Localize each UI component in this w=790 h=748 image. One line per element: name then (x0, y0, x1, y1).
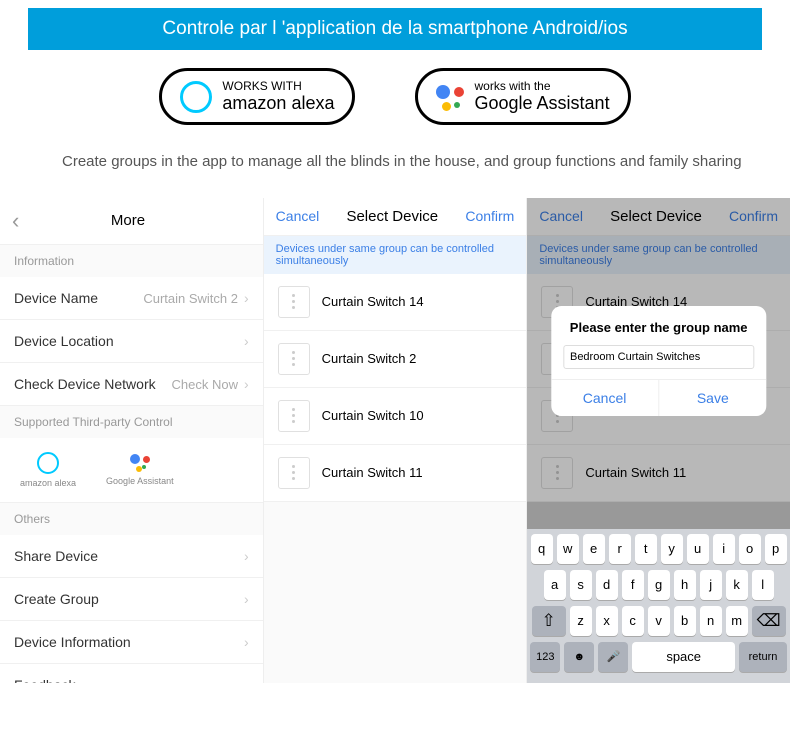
alexa-icon (37, 452, 59, 474)
settings-row[interactable]: Device Location› (0, 320, 263, 363)
alexa-small: WORKS WITH (222, 79, 334, 93)
dialog-save-button[interactable]: Save (659, 380, 766, 416)
page-title: More (111, 212, 145, 229)
key-123[interactable]: 123 (530, 642, 560, 672)
key-d[interactable]: d (596, 570, 618, 600)
alexa-main: amazon alexa (222, 93, 334, 113)
section-information: Information (0, 245, 263, 277)
device-row[interactable]: Curtain Switch 11 (527, 445, 790, 502)
device-row[interactable]: Curtain Switch 14 (264, 274, 527, 331)
switch-icon (541, 457, 573, 489)
banner: Controle par l 'application de la smartp… (28, 8, 762, 50)
key-return[interactable]: return (739, 642, 787, 672)
group-name-dialog: Please enter the group name Cancel Save (551, 306, 766, 416)
key-h[interactable]: h (674, 570, 696, 600)
key-b[interactable]: b (674, 606, 696, 636)
google-badge: works with the Google Assistant (415, 68, 630, 125)
key-m[interactable]: m (726, 606, 748, 636)
cancel-button[interactable]: Cancel (539, 208, 583, 224)
key-q[interactable]: q (531, 534, 553, 564)
settings-row[interactable]: Feedback› (0, 664, 263, 683)
confirm-button[interactable]: Confirm (729, 208, 778, 224)
settings-row[interactable]: Share Device› (0, 535, 263, 578)
key-a[interactable]: a (544, 570, 566, 600)
key-y[interactable]: y (661, 534, 683, 564)
key-p[interactable]: p (765, 534, 787, 564)
key-s[interactable]: s (570, 570, 592, 600)
section-third-party: Supported Third-party Control (0, 406, 263, 438)
key-z[interactable]: z (570, 606, 592, 636)
settings-row[interactable]: Device NameCurtain Switch 2› (0, 277, 263, 320)
key-k[interactable]: k (726, 570, 748, 600)
page-title: Select Device (610, 208, 702, 225)
keyboard[interactable]: qwertyuiop asdfghjkl ⇧zxcvbnm⌫ 123 ☻ 🎤 s… (527, 529, 790, 683)
dialog-cancel-button[interactable]: Cancel (551, 380, 659, 416)
switch-icon (278, 400, 310, 432)
switch-icon (278, 343, 310, 375)
group-name-input[interactable] (563, 345, 754, 369)
key-r[interactable]: r (609, 534, 631, 564)
key-n[interactable]: n (700, 606, 722, 636)
key-backspace[interactable]: ⌫ (752, 606, 786, 636)
device-row[interactable]: Curtain Switch 11 (264, 445, 527, 502)
integration-google[interactable]: Google Assistant (106, 452, 174, 488)
screen-select-device: Cancel Select Device Confirm Devices und… (264, 198, 528, 683)
header: Cancel Select Device Confirm (527, 198, 790, 236)
alexa-icon (180, 81, 212, 113)
google-small: works with the (474, 79, 609, 93)
key-w[interactable]: w (557, 534, 579, 564)
header: Cancel Select Device Confirm (264, 198, 527, 236)
back-icon[interactable]: ‹ (12, 208, 19, 234)
settings-row[interactable]: Device Information› (0, 621, 263, 664)
key-mic[interactable]: 🎤 (598, 642, 628, 672)
key-u[interactable]: u (687, 534, 709, 564)
google-assistant-icon (130, 452, 150, 472)
screen-name-group: Cancel Select Device Confirm Devices und… (527, 198, 790, 683)
google-assistant-icon (436, 83, 464, 111)
group-notice: Devices under same group can be controll… (527, 236, 790, 274)
integration-alexa[interactable]: amazon alexa (20, 452, 76, 488)
alexa-badge: WORKS WITH amazon alexa (159, 68, 355, 125)
key-i[interactable]: i (713, 534, 735, 564)
confirm-button[interactable]: Confirm (465, 208, 514, 224)
key-e[interactable]: e (583, 534, 605, 564)
device-row[interactable]: Curtain Switch 10 (264, 388, 527, 445)
key-x[interactable]: x (596, 606, 618, 636)
switch-icon (278, 286, 310, 318)
settings-row[interactable]: Check Device NetworkCheck Now› (0, 363, 263, 406)
google-main: Google Assistant (474, 93, 609, 113)
switch-icon (278, 457, 310, 489)
key-emoji[interactable]: ☻ (564, 642, 594, 672)
integrations: amazon alexa Google Assistant (0, 438, 263, 503)
badges-row: WORKS WITH amazon alexa works with the G… (0, 68, 790, 125)
group-notice: Devices under same group can be controll… (264, 236, 527, 274)
settings-row[interactable]: Create Group› (0, 578, 263, 621)
key-f[interactable]: f (622, 570, 644, 600)
key-shift[interactable]: ⇧ (532, 606, 566, 636)
dialog-title: Please enter the group name (551, 320, 766, 345)
key-j[interactable]: j (700, 570, 722, 600)
key-g[interactable]: g (648, 570, 670, 600)
cancel-button[interactable]: Cancel (276, 208, 320, 224)
key-l[interactable]: l (752, 570, 774, 600)
description-text: Create groups in the app to manage all t… (62, 151, 790, 174)
key-c[interactable]: c (622, 606, 644, 636)
key-o[interactable]: o (739, 534, 761, 564)
key-v[interactable]: v (648, 606, 670, 636)
section-others: Others (0, 503, 263, 535)
key-space[interactable]: space (632, 642, 735, 672)
screenshots-row: ‹ More Information Device NameCurtain Sw… (0, 198, 790, 683)
key-t[interactable]: t (635, 534, 657, 564)
page-title: Select Device (346, 208, 438, 225)
header: ‹ More (0, 198, 263, 245)
device-row[interactable]: Curtain Switch 2 (264, 331, 527, 388)
screen-more: ‹ More Information Device NameCurtain Sw… (0, 198, 264, 683)
